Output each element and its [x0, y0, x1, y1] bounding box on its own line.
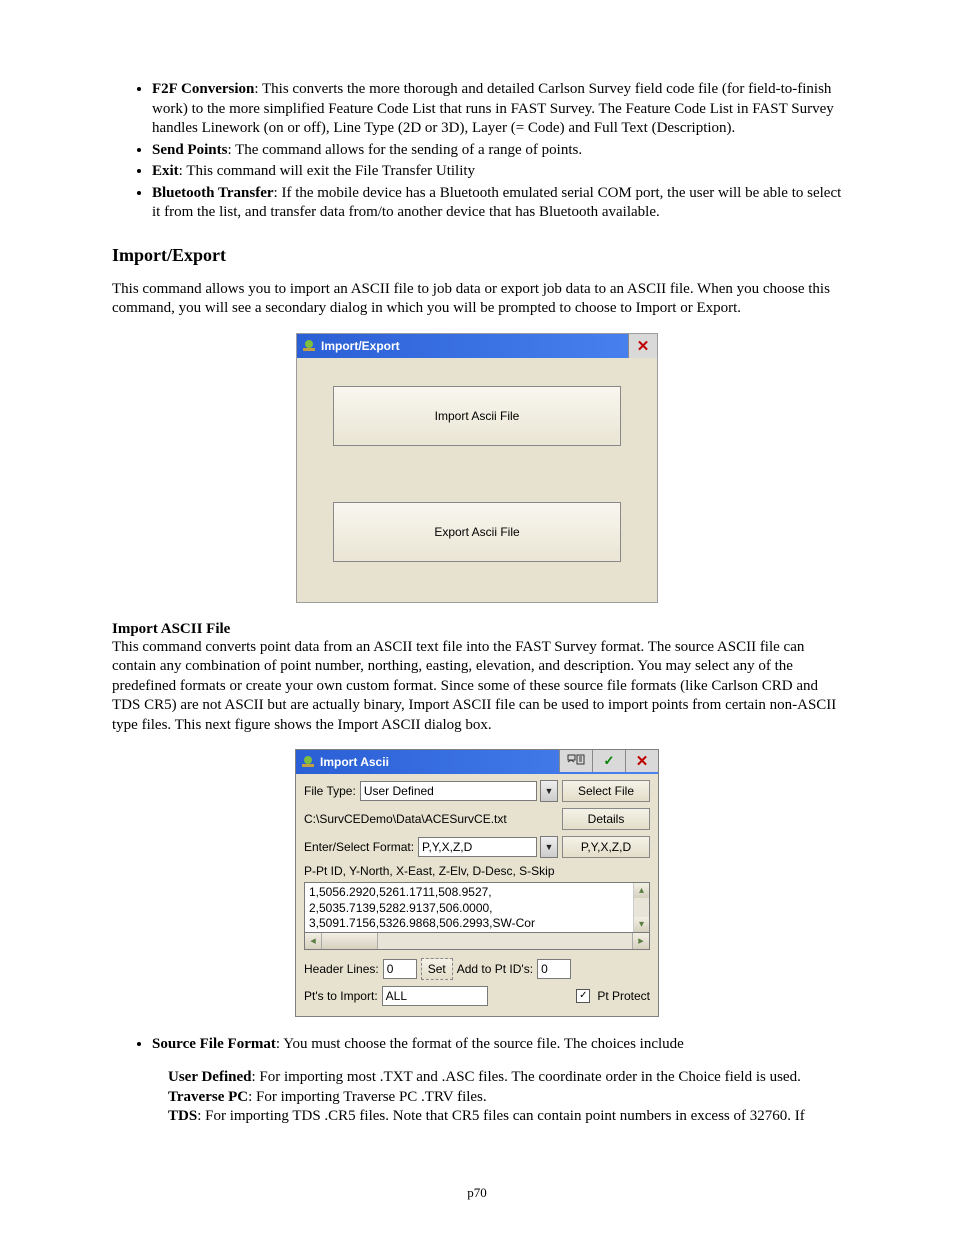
scroll-right-icon[interactable]: ▸ [632, 933, 649, 949]
pt-protect-checkbox[interactable]: ✓ [576, 989, 590, 1003]
format-input[interactable]: P,Y,X,Z,D [418, 837, 537, 857]
list-item-lead: Exit [152, 163, 179, 179]
header-lines-label: Header Lines: [304, 962, 379, 976]
file-type-label: File Type: [304, 784, 356, 798]
sub-item-text: : For importing Traverse PC .TRV files. [248, 1089, 487, 1105]
add-to-pt-ids-label: Add to Pt ID's: [457, 962, 533, 976]
preview-line: 2,5035.7139,5282.9137,506.0000, [309, 901, 645, 917]
page-number: p70 [0, 1185, 954, 1201]
import-export-dialog: Import/Export ✕ Import Ascii File Export… [296, 333, 658, 603]
dialog-title: Import Ascii [320, 755, 389, 769]
list-item-lead: Source File Format [152, 1036, 276, 1052]
scroll-up-icon[interactable]: ▴ [634, 883, 649, 898]
list-item-text: : You must choose the format of the sour… [276, 1036, 684, 1052]
export-ascii-button[interactable]: Export Ascii File [333, 502, 621, 562]
scroll-left-icon[interactable]: ◂ [305, 933, 322, 949]
list-item: Send Points: The command allows for the … [152, 141, 842, 161]
list-item-lead: F2F Conversion [152, 81, 254, 97]
vertical-scrollbar[interactable]: ▴ ▾ [633, 883, 649, 932]
pts-to-import-input[interactable]: ALL [382, 986, 488, 1006]
list-item-text: : This converts the more thorough and de… [152, 81, 834, 136]
file-type-dropdown[interactable]: User Defined [360, 781, 537, 801]
list-item: Source File Format: You must choose the … [152, 1035, 842, 1055]
list-item: F2F Conversion: This converts the more t… [152, 80, 842, 139]
sub-item-text: : For importing TDS .CR5 files. Note tha… [197, 1108, 805, 1124]
sub-item-lead: TDS [168, 1108, 197, 1124]
import-ascii-button[interactable]: Import Ascii File [333, 386, 621, 446]
dialog-titlebar: Import Ascii ✓ ✕ [296, 750, 658, 774]
sub-item-lead: Traverse PC [168, 1089, 248, 1105]
horizontal-scrollbar[interactable]: ◂ ▸ [304, 933, 650, 950]
import-ascii-dialog: Import Ascii ✓ ✕ [295, 749, 659, 1017]
import-ascii-paragraph: This command converts point data from an… [112, 638, 842, 736]
list-item-text: : This command will exit the File Transf… [179, 163, 475, 179]
list-item: Bluetooth Transfer: If the mobile device… [152, 184, 842, 223]
settings-button[interactable] [559, 750, 592, 772]
top-bullet-list: F2F Conversion: This converts the more t… [112, 80, 842, 223]
chevron-down-icon[interactable]: ▼ [540, 836, 558, 858]
cancel-button[interactable]: ✕ [625, 750, 658, 772]
scroll-down-icon[interactable]: ▾ [634, 917, 649, 932]
set-button[interactable]: Set [421, 958, 453, 980]
format-legend: P-Pt ID, Y-North, X-East, Z-Elv, D-Desc,… [304, 864, 650, 878]
file-path-text: C:\SurvCEDemo\Data\ACESurvCE.txt [304, 812, 554, 826]
app-icon [300, 754, 316, 770]
ok-button[interactable]: ✓ [592, 750, 625, 772]
close-button[interactable]: ✕ [628, 334, 657, 358]
list-item-lead: Send Points [152, 142, 227, 158]
sub-item-lead: User Defined [168, 1069, 251, 1085]
sub-item-text: : For importing most .TXT and .ASC files… [251, 1069, 800, 1085]
list-item-lead: Bluetooth Transfer [152, 185, 274, 201]
import-export-heading: Import/Export [112, 245, 842, 266]
format-label: Enter/Select Format: [304, 840, 414, 854]
preview-box: 1,5056.2920,5261.1711,508.9527, 2,5035.7… [304, 882, 650, 933]
list-item: Exit: This command will exit the File Tr… [152, 162, 842, 182]
dialog-title: Import/Export [321, 339, 400, 353]
select-file-button[interactable]: Select File [562, 780, 650, 802]
details-button[interactable]: Details [562, 808, 650, 830]
preview-line: 3,5091.7156,5326.9868,506.2993,SW-Cor [309, 916, 645, 932]
intro-paragraph: This command allows you to import an ASC… [112, 280, 842, 319]
list-item-text: : The command allows for the sending of … [227, 142, 582, 158]
add-to-pt-ids-input[interactable]: 0 [537, 959, 571, 979]
header-lines-input[interactable]: 0 [383, 959, 417, 979]
format-preset-button[interactable]: P,Y,X,Z,D [562, 836, 650, 858]
bottom-bullet-list: Source File Format: You must choose the … [112, 1035, 842, 1055]
preview-line: 1,5056.2920,5261.1711,508.9527, [309, 885, 645, 901]
import-ascii-subheading: Import ASCII File [112, 621, 842, 638]
sub-definitions: User Defined: For importing most .TXT an… [168, 1068, 842, 1127]
dialog-titlebar: Import/Export ✕ [297, 334, 657, 358]
pt-protect-label: Pt Protect [597, 989, 650, 1003]
pts-to-import-label: Pt's to Import: [304, 989, 378, 1003]
app-icon [301, 338, 317, 354]
chevron-down-icon[interactable]: ▼ [540, 780, 558, 802]
